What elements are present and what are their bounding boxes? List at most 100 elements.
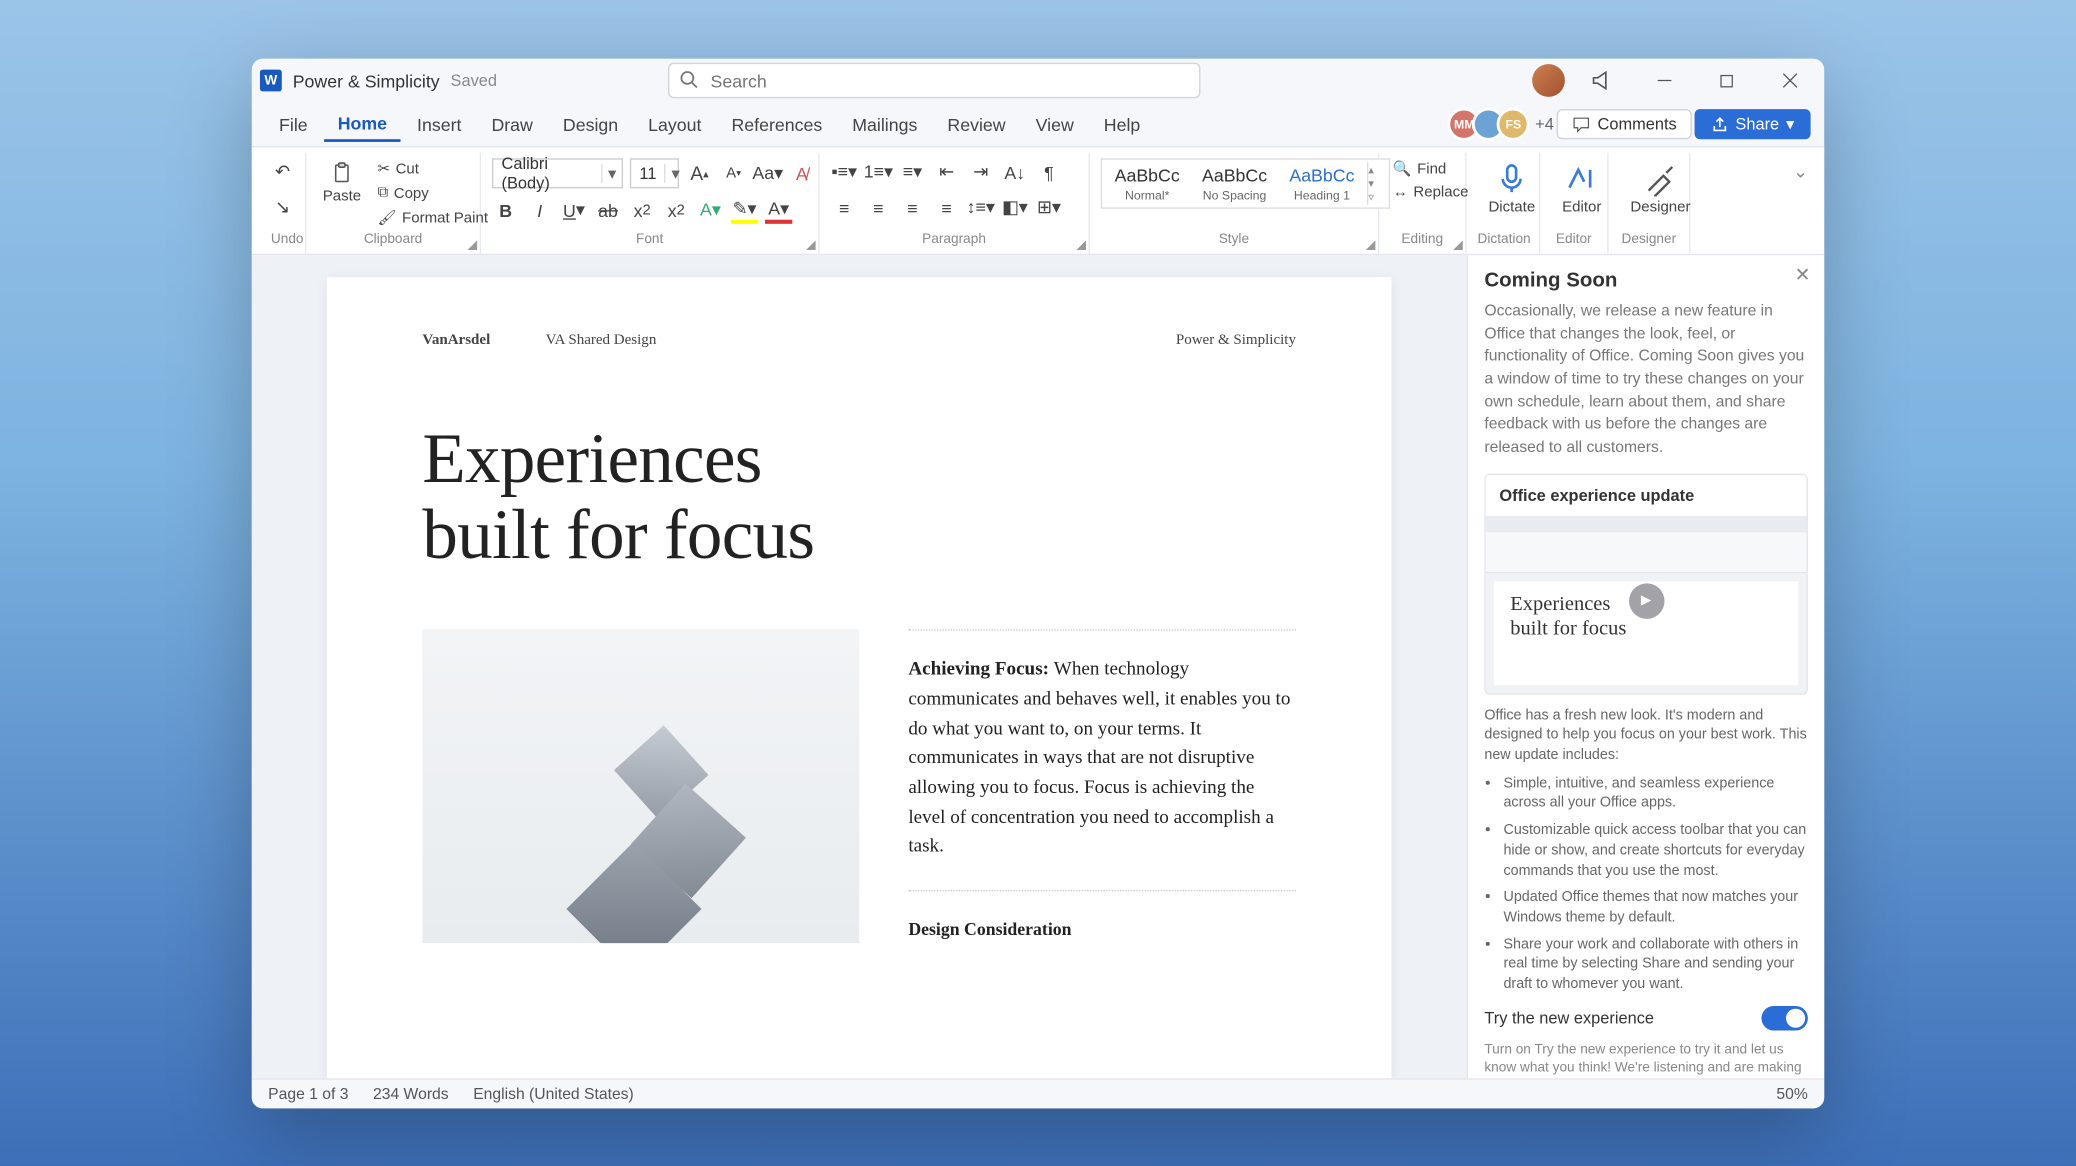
strikethrough-button[interactable]: ab	[594, 196, 621, 223]
dictate-button[interactable]: Dictate	[1478, 158, 1547, 218]
feature-bullets: Simple, intuitive, and seamless experien…	[1484, 773, 1808, 994]
pane-description: Occasionally, we release a new feature i…	[1484, 300, 1808, 459]
comments-button[interactable]: Comments	[1557, 109, 1692, 139]
tab-help[interactable]: Help	[1090, 108, 1154, 139]
justify-button[interactable]: ≡	[933, 193, 960, 220]
change-case-button[interactable]: Aa▾	[754, 159, 781, 186]
tab-references[interactable]: References	[718, 108, 836, 139]
list-item: Simple, intuitive, and seamless experien…	[1503, 773, 1807, 813]
editor-button[interactable]: Editor	[1551, 158, 1612, 218]
account-avatar[interactable]	[1532, 64, 1565, 97]
format-painter-button[interactable]: 🖌Format Paint	[375, 207, 491, 227]
find-button[interactable]: 🔍Find	[1390, 158, 1471, 178]
font-size-select[interactable]: 11▾	[630, 158, 679, 188]
tab-file[interactable]: File	[265, 108, 321, 139]
collaborator-3[interactable]: FS	[1497, 107, 1530, 140]
collaborator-avatars[interactable]: MM FS +4	[1456, 107, 1554, 140]
tab-insert[interactable]: Insert	[403, 108, 475, 139]
shading-button[interactable]: ◧▾	[1001, 193, 1028, 220]
save-status: Saved	[451, 70, 497, 89]
align-left-button[interactable]: ≡	[831, 193, 858, 220]
designer-button[interactable]: Designer	[1619, 158, 1701, 218]
close-pane-button[interactable]: ✕	[1795, 263, 1811, 286]
tab-home[interactable]: Home	[324, 107, 401, 141]
group-label-editor: Editor	[1551, 232, 1596, 254]
cut-button[interactable]: ✂Cut	[375, 158, 491, 178]
maximize-button[interactable]	[1701, 60, 1753, 101]
tab-review[interactable]: Review	[934, 108, 1019, 139]
page-indicator[interactable]: Page 1 of 3	[268, 1085, 348, 1101]
group-label-styles: Style	[1101, 232, 1367, 254]
search-box[interactable]	[668, 62, 1200, 97]
comments-label: Comments	[1598, 114, 1677, 133]
paste-button[interactable]: Paste	[317, 158, 366, 207]
collaborator-more[interactable]: +4	[1535, 114, 1554, 133]
underline-button[interactable]: U▾	[560, 196, 587, 223]
feature-card: Office experience update Experiencesbuil…	[1484, 473, 1808, 694]
minimize-button[interactable]	[1639, 60, 1691, 101]
search-icon	[679, 69, 698, 92]
increase-indent-button[interactable]: ⇥	[967, 158, 994, 185]
document-image-placeholder	[422, 629, 859, 943]
styles-gallery[interactable]: AaBbCc Normal* AaBbCc No Spacing AaBbCc …	[1101, 158, 1390, 209]
ribbon-tabs: File Home Insert Draw Design Layout Refe…	[252, 102, 1824, 146]
numbering-button[interactable]: 1≡▾	[865, 158, 892, 185]
italic-button[interactable]: I	[526, 196, 553, 223]
tab-view[interactable]: View	[1022, 108, 1087, 139]
tab-draw[interactable]: Draw	[478, 108, 547, 139]
zoom-level[interactable]: 50%	[1776, 1085, 1807, 1101]
pane-intro: Office has a fresh new look. It's modern…	[1484, 705, 1808, 765]
sort-button[interactable]: A↓	[1001, 158, 1028, 185]
paragraph-dialog-launcher[interactable]: ◢	[1076, 237, 1085, 252]
decrease-indent-button[interactable]: ⇤	[933, 158, 960, 185]
word-count[interactable]: 234 Words	[373, 1085, 449, 1101]
replace-button[interactable]: ↔Replace	[1390, 182, 1471, 201]
tab-mailings[interactable]: Mailings	[839, 108, 931, 139]
list-item: Share your work and collaborate with oth…	[1503, 934, 1807, 994]
clipboard-dialog-launcher[interactable]: ◢	[468, 237, 477, 252]
superscript-button[interactable]: x2	[663, 196, 690, 223]
styles-dialog-launcher[interactable]: ◢	[1366, 237, 1375, 252]
group-label-dictation: Dictation	[1478, 232, 1529, 254]
font-color-button[interactable]: A▾	[765, 196, 792, 223]
undo-button[interactable]: ↶	[269, 158, 296, 185]
font-name-select[interactable]: Calibri (Body)▾	[492, 158, 623, 188]
share-button[interactable]: Share ▾	[1694, 109, 1810, 139]
style-no-spacing[interactable]: AaBbCc No Spacing	[1192, 162, 1277, 204]
align-right-button[interactable]: ≡	[899, 193, 926, 220]
bold-button[interactable]: B	[492, 196, 519, 223]
subscript-button[interactable]: x2	[629, 196, 656, 223]
align-center-button[interactable]: ≡	[865, 193, 892, 220]
highlight-button[interactable]: ✎▾	[731, 196, 758, 223]
group-editor: Editor Editor	[1540, 152, 1608, 253]
borders-button[interactable]: ⊞▾	[1035, 193, 1062, 220]
tab-design[interactable]: Design	[549, 108, 632, 139]
close-button[interactable]	[1764, 60, 1816, 101]
shrink-font-button[interactable]: A▾	[720, 159, 747, 186]
text-effects-button[interactable]: A▾	[697, 196, 724, 223]
copy-button[interactable]: ⧉Copy	[375, 182, 491, 202]
try-experience-toggle[interactable]	[1761, 1005, 1807, 1030]
style-heading1[interactable]: AaBbCc Heading 1	[1280, 162, 1365, 204]
language-indicator[interactable]: English (United States)	[473, 1085, 634, 1101]
show-marks-button[interactable]: ¶	[1035, 158, 1062, 185]
multilevel-button[interactable]: ≡▾	[899, 158, 926, 185]
group-undo: ↶ ↘ Undo	[260, 152, 306, 253]
content-area: VanArsdel VA Shared Design Power & Simpl…	[252, 255, 1824, 1078]
clear-formatting-button[interactable]: A̸	[788, 159, 815, 186]
line-spacing-button[interactable]: ↕≡▾	[967, 193, 994, 220]
font-dialog-launcher[interactable]: ◢	[806, 237, 815, 252]
play-icon[interactable]: ▶	[1628, 582, 1663, 617]
bullets-button[interactable]: ▪≡▾	[831, 158, 858, 185]
document-canvas[interactable]: VanArsdel VA Shared Design Power & Simpl…	[252, 255, 1467, 1078]
megaphone-icon[interactable]	[1576, 60, 1628, 101]
list-item: Customizable quick access toolbar that y…	[1503, 820, 1807, 880]
search-input[interactable]	[668, 62, 1200, 97]
editing-dialog-launcher[interactable]: ◢	[1453, 237, 1462, 252]
redo-button[interactable]: ↘	[269, 193, 296, 220]
preview-thumbnail[interactable]: Experiencesbuilt for focus ▶	[1486, 515, 1807, 692]
tab-layout[interactable]: Layout	[635, 108, 716, 139]
collapse-ribbon-button[interactable]: ⌄	[1785, 152, 1816, 253]
style-normal[interactable]: AaBbCc Normal*	[1105, 162, 1190, 204]
grow-font-button[interactable]: A▴	[686, 159, 713, 186]
